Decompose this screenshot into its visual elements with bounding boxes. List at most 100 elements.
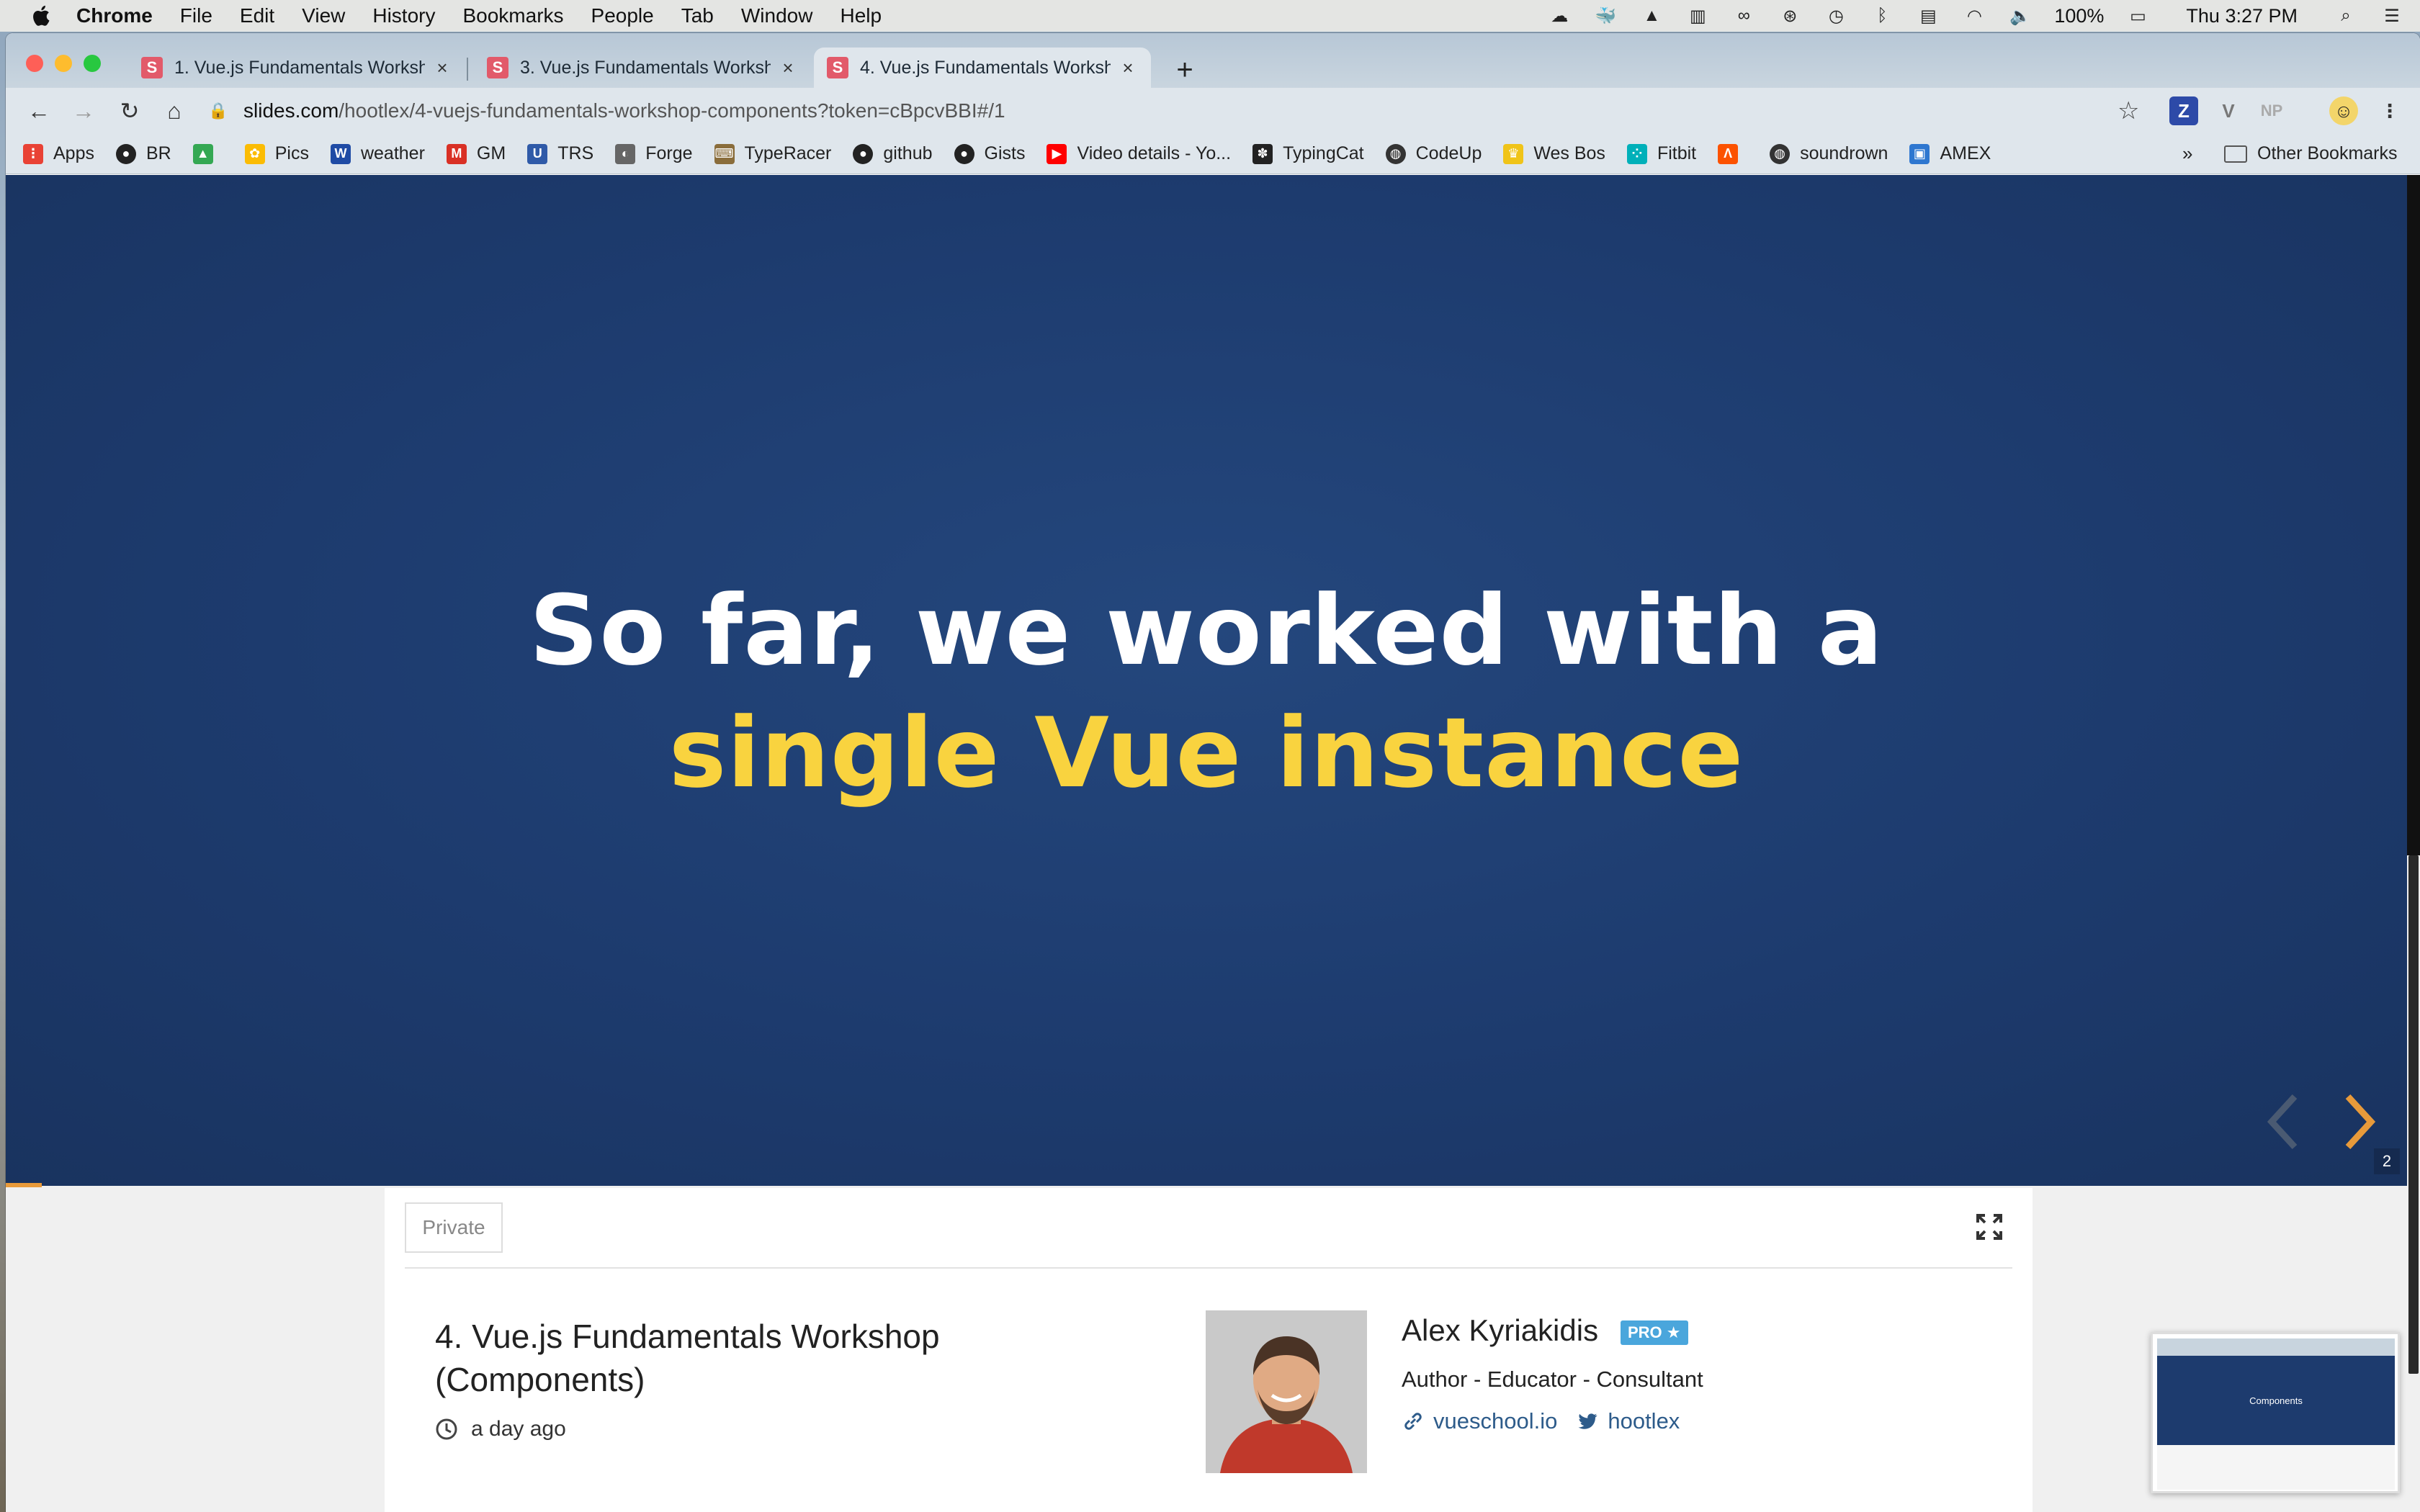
author-name[interactable]: Alex Kyriakidis — [1402, 1313, 1598, 1348]
reload-icon[interactable]: ↻ — [112, 94, 147, 128]
wifi-icon[interactable]: ◠ — [1962, 5, 1986, 27]
bookmark-amex[interactable]: ▣ AMEX — [1909, 143, 1991, 164]
trs-icon: U — [527, 143, 548, 164]
slide-number: 2 — [2374, 1148, 2400, 1174]
crown-icon: ♛ — [1503, 143, 1524, 164]
new-tab-button[interactable]: + — [1167, 52, 1203, 88]
istat-icon[interactable]: ▥ — [1685, 5, 1710, 27]
close-tab-icon[interactable]: × — [778, 57, 798, 78]
bookmark-star-icon[interactable]: ☆ — [2118, 96, 2139, 125]
bookmark-codeup[interactable]: ◍ CodeUp — [1385, 143, 1482, 164]
author-avatar[interactable] — [1206, 1310, 1367, 1473]
profile-avatar-icon[interactable]: ☺ — [2329, 96, 2358, 125]
menu-people[interactable]: People — [591, 4, 654, 27]
bookmark-gists[interactable]: ● Gists — [954, 143, 1025, 164]
back-arrow-icon[interactable]: ← — [22, 94, 56, 128]
vue-devtools-extension-icon[interactable]: V — [2214, 96, 2243, 125]
previous-slide-arrow-icon[interactable] — [2262, 1089, 2305, 1154]
thumbnail-slide: Components — [2157, 1356, 2395, 1445]
menu-history[interactable]: History — [372, 4, 435, 27]
spotlight-search-icon[interactable]: ⌕ — [2334, 5, 2358, 27]
menu-tab[interactable]: Tab — [681, 4, 714, 27]
bookmark-gm[interactable]: M GM — [446, 143, 506, 164]
bookmark-strava[interactable]: Λ — [1718, 143, 1748, 164]
tab-title: 1. Vue.js Fundamentals Worksh — [174, 57, 425, 78]
bookmark-soundrown[interactable]: ◍ soundrown — [1770, 143, 1888, 164]
presentation-slide[interactable]: So far, we worked with a single Vue inst… — [6, 175, 2407, 1187]
close-tab-icon[interactable]: × — [432, 57, 452, 78]
folder-icon — [2224, 145, 2247, 163]
battery-icon[interactable]: ▭ — [2125, 5, 2150, 27]
bookmark-wes-bos[interactable]: ♛ Wes Bos — [1503, 143, 1605, 164]
forward-arrow-icon[interactable]: → — [66, 94, 101, 128]
updated-text: a day ago — [471, 1417, 566, 1441]
bookmark-typeracer[interactable]: ⌨ TypeRacer — [714, 143, 831, 164]
tab-1[interactable]: S 1. Vue.js Fundamentals Worksh × — [128, 48, 465, 88]
bookmark-trs[interactable]: U TRS — [527, 143, 593, 164]
bookmark-drive[interactable]: ▲ — [192, 143, 223, 164]
screenshot-thumbnail-preview[interactable]: Components — [2151, 1332, 2400, 1493]
adobe-icon[interactable]: ▲ — [1639, 5, 1664, 27]
creative-cloud-icon[interactable]: ☁ — [1547, 5, 1572, 27]
fitbit-icon: ⁘ — [1626, 143, 1647, 164]
accessibility-icon[interactable]: ⊛ — [1778, 5, 1802, 27]
thumbnail-content: Components — [2157, 1338, 2395, 1490]
bookmarks-bar: ⋮ Apps ● BR ▲ ✿ Pics Wweather M GM U TRS ◐ For… — [6, 134, 2420, 174]
bookmark-br[interactable]: ● BR — [115, 143, 171, 164]
glasses-icon[interactable]: ∞ — [1731, 5, 1756, 27]
menu-view[interactable]: View — [302, 4, 345, 27]
tab-separator — [467, 58, 468, 81]
menu-app-name[interactable]: Chrome — [76, 4, 153, 27]
author-twitter-link[interactable]: hootlex — [1576, 1408, 1680, 1434]
time-machine-icon[interactable]: ◷ — [1824, 5, 1848, 27]
menu-help[interactable]: Help — [840, 4, 882, 27]
fullscreen-icon[interactable] — [1975, 1212, 2004, 1241]
slide-progress-bar — [6, 1183, 42, 1187]
keyboard-icon[interactable]: ▤ — [1916, 5, 1940, 27]
bookmark-apps[interactable]: ⋮ Apps — [23, 143, 94, 164]
other-bookmarks[interactable]: Other Bookmarks — [2224, 143, 2398, 164]
typeracer-icon: ⌨ — [714, 143, 735, 164]
close-window-button[interactable] — [26, 55, 43, 72]
bookmark-github[interactable]: ● github — [853, 143, 933, 164]
menu-bookmarks[interactable]: Bookmarks — [462, 4, 563, 27]
minimize-window-button[interactable] — [55, 55, 72, 72]
bookmark-fitbit[interactable]: ⁘ Fitbit — [1626, 143, 1696, 164]
bluetooth-icon[interactable]: ᛒ — [1870, 5, 1894, 27]
menubar-clock[interactable]: Thu 3:27 PM — [2186, 5, 2298, 27]
slides-favicon-icon: S — [141, 57, 163, 78]
bookmark-forge[interactable]: ◐ Forge — [615, 143, 693, 164]
bookmark-video-details[interactable]: ▶ Video details - Yo... — [1047, 143, 1231, 164]
author-links: vueschool.io hootlex — [1402, 1408, 1698, 1434]
lock-icon[interactable]: 🔒 — [207, 100, 229, 122]
volume-icon[interactable]: 🔈 — [2008, 5, 2033, 27]
close-tab-icon[interactable]: × — [1118, 57, 1138, 78]
address-bar[interactable]: 🔒 slides.com/hootlex/4-vuejs-fundamental… — [207, 92, 2152, 130]
zotero-extension-icon[interactable]: Z — [2169, 96, 2198, 125]
notification-center-icon[interactable]: ☰ — [2380, 5, 2404, 27]
bookmark-weather[interactable]: Wweather — [330, 143, 425, 164]
bookmarks-overflow-chevron-icon[interactable]: » — [2182, 143, 2192, 165]
tab-4-active[interactable]: S 4. Vue.js Fundamentals Worksh × — [814, 48, 1151, 88]
bookmark-typingcat[interactable]: ✽ TypingCat — [1252, 143, 1364, 164]
author-photo — [1206, 1310, 1367, 1473]
github-icon: ● — [115, 143, 136, 164]
menu-file[interactable]: File — [180, 4, 212, 27]
np-extension-icon[interactable]: NP — [2257, 96, 2286, 125]
paw-icon: ✽ — [1252, 143, 1273, 164]
docker-icon[interactable]: 🐳 — [1593, 5, 1618, 27]
author-website-link[interactable]: vueschool.io — [1402, 1408, 1557, 1434]
home-icon[interactable]: ⌂ — [157, 94, 192, 128]
apple-logo-icon[interactable] — [29, 3, 55, 29]
browser-toolbar: ← → ↻ ⌂ 🔒 slides.com/hootlex/4-vuejs-fun… — [6, 88, 2420, 134]
bookmark-pics[interactable]: ✿ Pics — [244, 143, 309, 164]
pro-badge: PRO ★ — [1621, 1320, 1688, 1345]
chrome-menu-icon[interactable]: ⋮ — [2375, 96, 2404, 125]
scrollbar-thumb[interactable] — [2408, 855, 2419, 1374]
tab-3[interactable]: S 3. Vue.js Fundamentals Worksh × — [474, 48, 811, 88]
menu-edit[interactable]: Edit — [240, 4, 274, 27]
amex-icon: ▣ — [1909, 143, 1930, 164]
zoom-window-button[interactable] — [84, 55, 101, 72]
menu-window[interactable]: Window — [741, 4, 813, 27]
next-slide-arrow-icon[interactable] — [2338, 1089, 2381, 1154]
